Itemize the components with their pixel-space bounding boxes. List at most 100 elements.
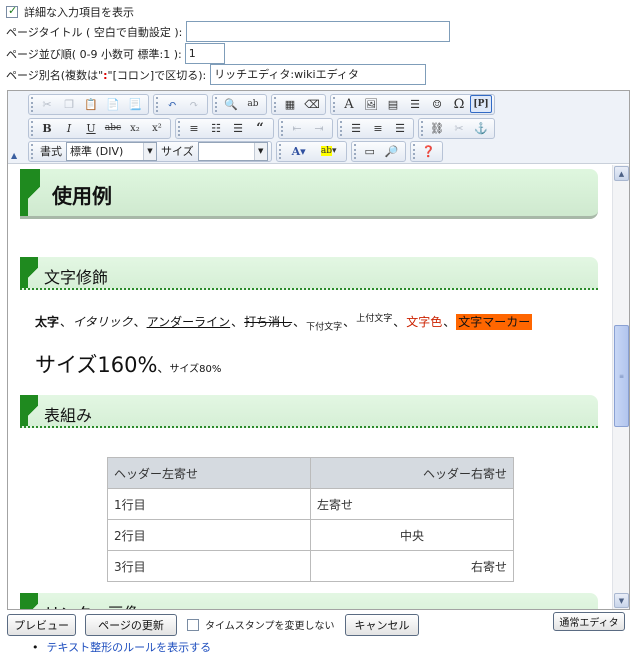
- paste-word-icon[interactable]: 📃: [124, 95, 146, 113]
- undo-icon[interactable]: ↶: [161, 95, 183, 113]
- find-icon[interactable]: 🔍: [220, 95, 242, 113]
- bg-color-icon[interactable]: ab ▾: [314, 142, 344, 160]
- image-icon[interactable]: 🖼: [360, 95, 382, 113]
- size-label: サイズ: [161, 145, 194, 158]
- blockquote-icon[interactable]: “: [249, 119, 271, 137]
- table-row: 1行目 左寄せ: [107, 488, 514, 520]
- table-cell: 2行目: [107, 519, 311, 551]
- keep-timestamp-label: タイムスタンプを変更しない: [205, 621, 335, 632]
- remove-format-icon[interactable]: ⌫: [301, 95, 323, 113]
- editor-toolbar: ✂ ❐ 📋 📄 📃 ↶ ↷ 🔍 ab ▦ ⌫ A 🖼 ▤ ☰ ☺ Ω [P] B…: [8, 91, 629, 164]
- help-icon[interactable]: ❓: [418, 142, 440, 160]
- toolbar-row-1: ✂ ❐ 📋 📄 📃 ↶ ↷ 🔍 ab ▦ ⌫ A 🖼 ▤ ☰ ☺ Ω [P]: [28, 93, 499, 115]
- underline-icon[interactable]: U: [80, 119, 102, 137]
- table-cell: 中央: [310, 519, 514, 551]
- preview-button[interactable]: プレビュー: [7, 614, 76, 636]
- text-color-icon[interactable]: A▾: [284, 142, 314, 160]
- page-title-row: ページタイトル ( 空白で自動設定 ):: [6, 21, 451, 42]
- color-group: A▾ ab ▾: [275, 140, 347, 162]
- replace-icon[interactable]: ab: [242, 95, 264, 113]
- alias-label: ページ別名(複数は":"[コロン]で区切る):: [6, 68, 207, 82]
- basic-styles-group: B I U abc x₂ x²: [28, 117, 171, 139]
- plugin-icon[interactable]: [P]: [470, 95, 492, 113]
- paste-icon[interactable]: 📋: [80, 95, 102, 113]
- anchor-icon[interactable]: ⚓: [470, 119, 492, 137]
- unlink-icon[interactable]: ✂: [448, 119, 470, 137]
- show-details-checkbox[interactable]: [6, 4, 18, 18]
- align-right-icon[interactable]: ☰: [389, 119, 411, 137]
- bullet-list-icon[interactable]: ☷: [205, 119, 227, 137]
- editor-content[interactable]: 使用例 文字修飾 太字、イタリック、アンダーライン、打ち消し、下付文字、上付文字…: [8, 165, 612, 609]
- align-group: ☰ ≡ ☰: [337, 117, 414, 139]
- show-details-label: 詳細な入力項目を表示: [24, 6, 134, 19]
- numbered-list-icon[interactable]: ≡: [183, 119, 205, 137]
- select-group: ▦ ⌫: [271, 93, 326, 115]
- page-order-input[interactable]: 1: [184, 43, 225, 64]
- italic-icon[interactable]: I: [58, 119, 80, 137]
- heading-3-decoration: 文字修飾: [20, 257, 598, 290]
- show-details-row: 詳細な入力項目を表示: [6, 4, 134, 20]
- definition-list-icon[interactable]: ☰: [227, 119, 249, 137]
- horizontal-rule-icon[interactable]: ☰: [404, 95, 426, 113]
- table-row: 2行目 中央: [107, 519, 514, 551]
- clipboard-group: ✂ ❐ 📋 📄 📃: [28, 93, 149, 115]
- scroll-thumb[interactable]: ≡: [614, 325, 629, 427]
- strikethrough-icon[interactable]: abc: [102, 119, 124, 137]
- alias-row: ページ別名(複数は":"[コロン]で区切る): リッチエディタ:wikiエディタ: [6, 64, 427, 85]
- copy-icon[interactable]: ❐: [58, 95, 80, 113]
- insert-group: A 🖼 ▤ ☰ ☺ Ω [P]: [330, 93, 495, 115]
- chevron-down-icon: ▼: [253, 142, 267, 160]
- select-all-icon[interactable]: ▦: [279, 95, 301, 113]
- format-group: 書式 標準 (DIV) ▼ サイズ ▼: [28, 140, 272, 162]
- keep-timestamp-checkbox[interactable]: [187, 618, 199, 631]
- link-icon[interactable]: ⛓: [426, 119, 448, 137]
- heading-3-table: 表組み: [20, 395, 598, 428]
- page-order-row: ページ並び順( 0-9 小数可 標準:1 ): 1: [6, 43, 225, 64]
- indent-group: ⇤ ⇥: [278, 117, 333, 139]
- scroll-down-icon[interactable]: ▼: [614, 593, 629, 608]
- link-group: ⛓ ✂ ⚓: [418, 117, 495, 139]
- cut-icon[interactable]: ✂: [36, 95, 58, 113]
- text-rules-link[interactable]: テキスト整形のルールを表示する: [32, 639, 212, 655]
- cancel-button[interactable]: キャンセル: [345, 614, 419, 636]
- table-header-row: ヘッダー左寄せ ヘッダー右寄せ: [107, 457, 514, 489]
- alias-input[interactable]: リッチエディタ:wikiエディタ: [210, 64, 427, 85]
- paste-text-icon[interactable]: 📄: [102, 95, 124, 113]
- bold-icon[interactable]: B: [36, 119, 58, 137]
- collapse-toolbar-icon[interactable]: ▲: [11, 151, 17, 160]
- page-title-label: ページタイトル ( 空白で自動設定 ):: [6, 25, 183, 39]
- align-center-icon[interactable]: ≡: [367, 119, 389, 137]
- subscript-icon[interactable]: x₂: [124, 119, 146, 137]
- scroll-up-icon[interactable]: ▲: [614, 166, 629, 181]
- toolbar-row-3: 書式 標準 (DIV) ▼ サイズ ▼ A▾ ab ▾ ▭ 🔎 ❓: [28, 140, 447, 162]
- special-char-icon[interactable]: Ω: [448, 95, 470, 113]
- outdent-icon[interactable]: ⇤: [286, 119, 308, 137]
- normal-editor-button[interactable]: 通常エディタ: [553, 612, 625, 631]
- page-order-label: ページ並び順( 0-9 小数可 標準:1 ):: [6, 47, 182, 61]
- list-group: ≡ ☷ ☰ “: [175, 117, 274, 139]
- view-group: ▭ 🔎: [350, 140, 406, 162]
- undo-group: ↶ ↷: [153, 93, 208, 115]
- show-blocks-icon[interactable]: 🔎: [381, 142, 403, 160]
- rich-editor: ✂ ❐ 📋 📄 📃 ↶ ↷ 🔍 ab ▦ ⌫ A 🖼 ▤ ☰ ☺ Ω [P] B…: [7, 90, 630, 610]
- heading-3-link: リンク・画像: [20, 593, 598, 609]
- update-page-button[interactable]: ページの更新: [85, 614, 177, 636]
- format-select[interactable]: 標準 (DIV) ▼: [66, 141, 157, 161]
- chevron-down-icon: ▼: [143, 142, 156, 160]
- superscript-icon[interactable]: x²: [146, 119, 168, 137]
- table-cell: 3行目: [107, 550, 311, 582]
- size-sample: サイズ160%、サイズ80%: [35, 353, 222, 377]
- redo-icon[interactable]: ↷: [183, 95, 205, 113]
- indent-icon[interactable]: ⇥: [308, 119, 330, 137]
- size-select[interactable]: ▼: [197, 141, 268, 161]
- table-icon[interactable]: ▤: [382, 95, 404, 113]
- table-cell: 左寄せ: [310, 488, 514, 520]
- text-style-icon[interactable]: A: [338, 95, 360, 113]
- table-cell: 右寄せ: [310, 550, 514, 582]
- page-title-input[interactable]: [186, 21, 451, 42]
- vertical-scrollbar[interactable]: ▲ ≡ ▼: [612, 165, 629, 609]
- smiley-icon[interactable]: ☺: [426, 95, 448, 113]
- maximize-icon[interactable]: ▭: [359, 142, 381, 160]
- sample-table: ヘッダー左寄せ ヘッダー右寄せ 1行目 左寄せ 2行目 中央 3行目 右寄せ: [107, 457, 514, 582]
- align-left-icon[interactable]: ☰: [345, 119, 367, 137]
